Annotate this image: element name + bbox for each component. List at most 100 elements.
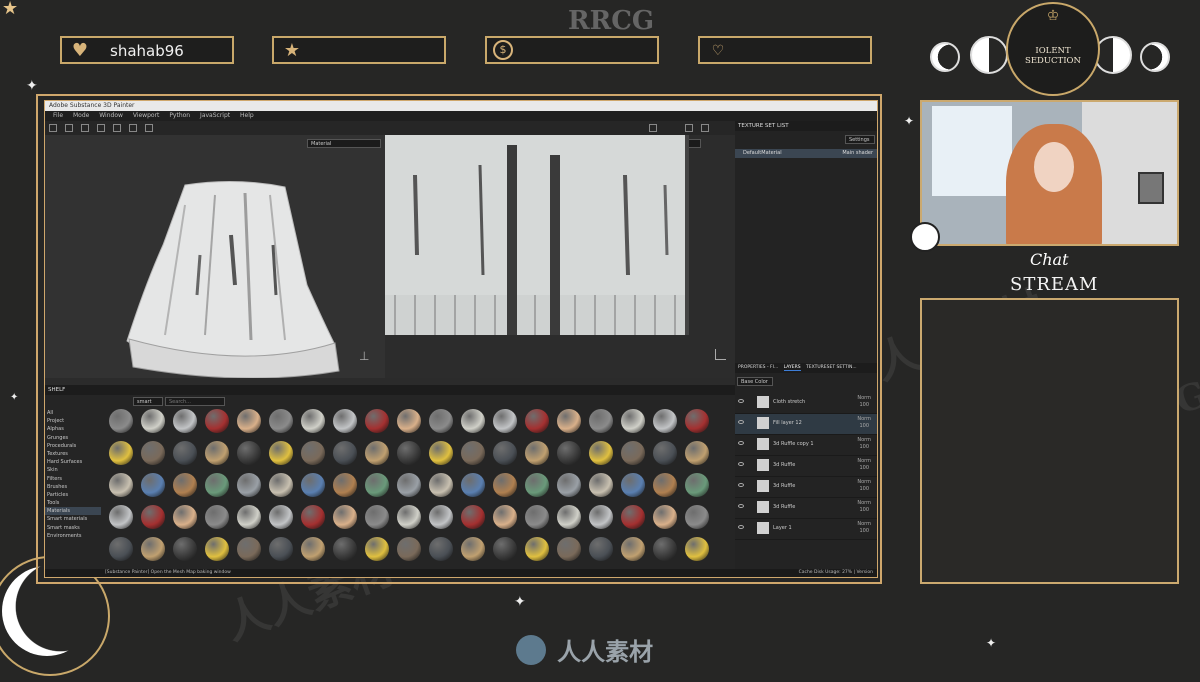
material-swatch[interactable] bbox=[269, 473, 293, 497]
clone-tool-icon[interactable] bbox=[145, 124, 153, 132]
shelf-category[interactable]: Alphas bbox=[45, 425, 101, 433]
material-swatch[interactable] bbox=[525, 441, 549, 465]
channel-select[interactable]: Base Color bbox=[737, 377, 773, 386]
material-swatch[interactable] bbox=[269, 441, 293, 465]
material-swatch[interactable] bbox=[493, 505, 517, 529]
layer-row[interactable]: 3d Ruffle Norm 100 bbox=[735, 498, 877, 519]
material-swatch[interactable] bbox=[205, 505, 229, 529]
material-swatch[interactable] bbox=[173, 505, 197, 529]
material-swatch[interactable] bbox=[237, 441, 261, 465]
fit-view-icon[interactable] bbox=[715, 349, 726, 360]
menu-icon[interactable] bbox=[65, 124, 73, 132]
material-swatch[interactable] bbox=[301, 537, 325, 561]
layer-opacity[interactable]: 100 bbox=[859, 507, 869, 513]
layer-blend[interactable]: Norm bbox=[857, 395, 871, 401]
visibility-eye-icon[interactable] bbox=[738, 399, 744, 403]
material-swatch[interactable] bbox=[525, 505, 549, 529]
material-swatch[interactable] bbox=[429, 409, 453, 433]
shelf-category[interactable]: Environments bbox=[45, 532, 101, 540]
shelf-category[interactable]: Skin bbox=[45, 466, 101, 474]
material-swatch[interactable] bbox=[397, 505, 421, 529]
material-swatch[interactable] bbox=[301, 441, 325, 465]
material-swatch[interactable] bbox=[141, 441, 165, 465]
camera-icon[interactable] bbox=[685, 124, 693, 132]
layer-opacity[interactable]: 100 bbox=[859, 423, 869, 429]
material-swatch[interactable] bbox=[173, 409, 197, 433]
erase-tool-icon[interactable] bbox=[81, 124, 89, 132]
layer-opacity[interactable]: 100 bbox=[859, 465, 869, 471]
texture-set-settings-button[interactable]: Settings bbox=[845, 135, 875, 144]
material-swatch[interactable] bbox=[205, 537, 229, 561]
material-swatch[interactable] bbox=[141, 537, 165, 561]
material-swatch[interactable] bbox=[525, 409, 549, 433]
material-swatch[interactable] bbox=[621, 473, 645, 497]
material-swatch[interactable] bbox=[685, 537, 709, 561]
layer-row[interactable]: Fill layer 12 Norm 100 bbox=[735, 414, 877, 435]
paint-tool-icon[interactable] bbox=[49, 124, 57, 132]
layer-opacity[interactable]: 100 bbox=[859, 402, 869, 408]
material-swatch[interactable] bbox=[685, 473, 709, 497]
shelf-category[interactable]: Smart masks bbox=[45, 524, 101, 532]
menu-help[interactable]: Help bbox=[240, 112, 254, 119]
material-swatch[interactable] bbox=[653, 473, 677, 497]
material-swatch[interactable] bbox=[333, 505, 357, 529]
material-swatch[interactable] bbox=[589, 409, 613, 433]
layer-blend[interactable]: Norm bbox=[857, 479, 871, 485]
material-swatch[interactable] bbox=[685, 505, 709, 529]
layer-blend[interactable]: Norm bbox=[857, 437, 871, 443]
pause-icon[interactable] bbox=[649, 124, 657, 132]
shelf-category[interactable]: Procedurals bbox=[45, 442, 101, 450]
material-swatch[interactable] bbox=[333, 441, 357, 465]
material-swatch[interactable] bbox=[365, 441, 389, 465]
layer-row[interactable]: Layer 1 Norm 100 bbox=[735, 519, 877, 540]
layer-row[interactable]: 3d Ruffle copy 1 Norm 100 bbox=[735, 435, 877, 456]
material-swatch[interactable] bbox=[493, 441, 517, 465]
material-swatch[interactable] bbox=[653, 505, 677, 529]
visibility-eye-icon[interactable] bbox=[738, 483, 744, 487]
material-swatch[interactable] bbox=[653, 441, 677, 465]
layer-blend[interactable]: Norm bbox=[857, 500, 871, 506]
tab-layers[interactable]: LAYERS bbox=[783, 365, 801, 371]
material-swatch[interactable] bbox=[173, 537, 197, 561]
material-swatch[interactable] bbox=[653, 409, 677, 433]
material-swatch[interactable] bbox=[461, 505, 485, 529]
material-swatch[interactable] bbox=[525, 473, 549, 497]
shelf-category[interactable]: Textures bbox=[45, 450, 101, 458]
material-swatch[interactable] bbox=[589, 473, 613, 497]
material-swatch[interactable] bbox=[397, 473, 421, 497]
material-swatch[interactable] bbox=[141, 409, 165, 433]
material-swatch[interactable] bbox=[109, 441, 133, 465]
material-swatch[interactable] bbox=[461, 441, 485, 465]
material-swatch[interactable] bbox=[141, 505, 165, 529]
material-swatch[interactable] bbox=[461, 409, 485, 433]
material-swatch[interactable] bbox=[173, 473, 197, 497]
viewport-3d[interactable]: Material ⊥ bbox=[45, 135, 385, 378]
shelf-category[interactable]: All bbox=[45, 409, 101, 417]
material-swatch[interactable] bbox=[397, 441, 421, 465]
menu-window[interactable]: Window bbox=[99, 112, 123, 119]
material-swatch[interactable] bbox=[557, 409, 581, 433]
material-swatch[interactable] bbox=[205, 473, 229, 497]
menu-mode[interactable]: Mode bbox=[73, 112, 89, 119]
visibility-eye-icon[interactable] bbox=[738, 441, 744, 445]
layer-opacity[interactable]: 100 bbox=[859, 486, 869, 492]
material-swatch[interactable] bbox=[493, 537, 517, 561]
material-swatch[interactable] bbox=[685, 409, 709, 433]
material-swatch[interactable] bbox=[525, 537, 549, 561]
material-swatch[interactable] bbox=[109, 537, 133, 561]
layer-blend[interactable]: Norm bbox=[857, 416, 871, 422]
material-swatch[interactable] bbox=[397, 409, 421, 433]
material-swatch[interactable] bbox=[429, 505, 453, 529]
material-swatch[interactable] bbox=[621, 441, 645, 465]
material-swatch[interactable] bbox=[653, 537, 677, 561]
layer-opacity[interactable]: 100 bbox=[859, 444, 869, 450]
material-swatch[interactable] bbox=[205, 441, 229, 465]
material-swatch[interactable] bbox=[301, 505, 325, 529]
material-swatch[interactable] bbox=[269, 505, 293, 529]
material-swatch[interactable] bbox=[365, 537, 389, 561]
material-swatch[interactable] bbox=[557, 505, 581, 529]
visibility-eye-icon[interactable] bbox=[738, 462, 744, 466]
material-swatch[interactable] bbox=[333, 473, 357, 497]
material-swatch[interactable] bbox=[461, 537, 485, 561]
shelf-category[interactable]: Materials bbox=[45, 507, 101, 516]
